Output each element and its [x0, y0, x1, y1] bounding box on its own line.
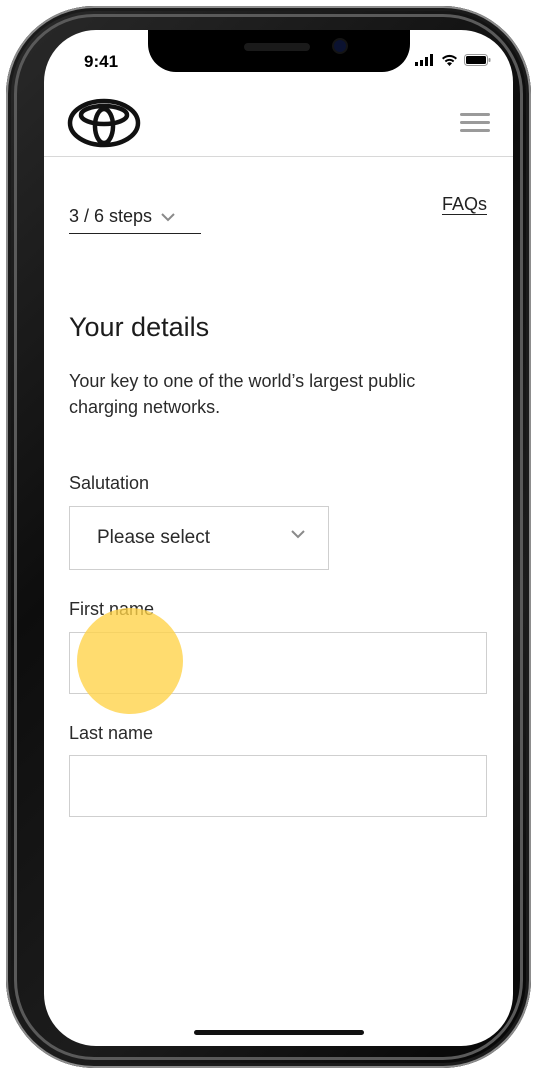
app-header	[44, 90, 513, 157]
toyota-logo-icon[interactable]	[67, 95, 141, 151]
battery-icon	[464, 54, 491, 66]
last-name-label: Last name	[69, 723, 154, 743]
home-indicator[interactable]	[194, 1030, 364, 1035]
front-camera	[334, 40, 346, 52]
salutation-label: Salutation	[69, 473, 150, 493]
phone-screen: 9:41 3 / 6 steps FAQs Your details Your …	[44, 30, 513, 1046]
speaker	[244, 43, 310, 51]
notch	[148, 30, 410, 72]
page-subtitle: Your key to one of the world’s largest p…	[69, 371, 416, 417]
chevron-down-icon	[161, 212, 175, 221]
last-name-input[interactable]	[69, 755, 487, 817]
phone-mockup: 9:41 3 / 6 steps FAQs Your details Your …	[0, 0, 539, 1075]
wifi-icon	[442, 54, 457, 66]
signal-icon	[415, 54, 433, 66]
status-icons	[415, 54, 491, 66]
hamburger-menu-icon[interactable]	[457, 108, 493, 136]
touch-indicator	[77, 608, 183, 714]
steps-dropdown[interactable]: 3 / 6 steps	[69, 206, 201, 234]
salutation-selected-value: Please select	[97, 527, 211, 548]
faqs-link[interactable]: FAQs	[442, 194, 487, 215]
salutation-select[interactable]: Please select	[69, 506, 329, 570]
page-title: Your details	[69, 312, 210, 342]
chevron-down-icon	[291, 530, 305, 539]
status-time: 9:41	[84, 52, 119, 71]
steps-label: 3 / 6 steps	[69, 206, 153, 226]
